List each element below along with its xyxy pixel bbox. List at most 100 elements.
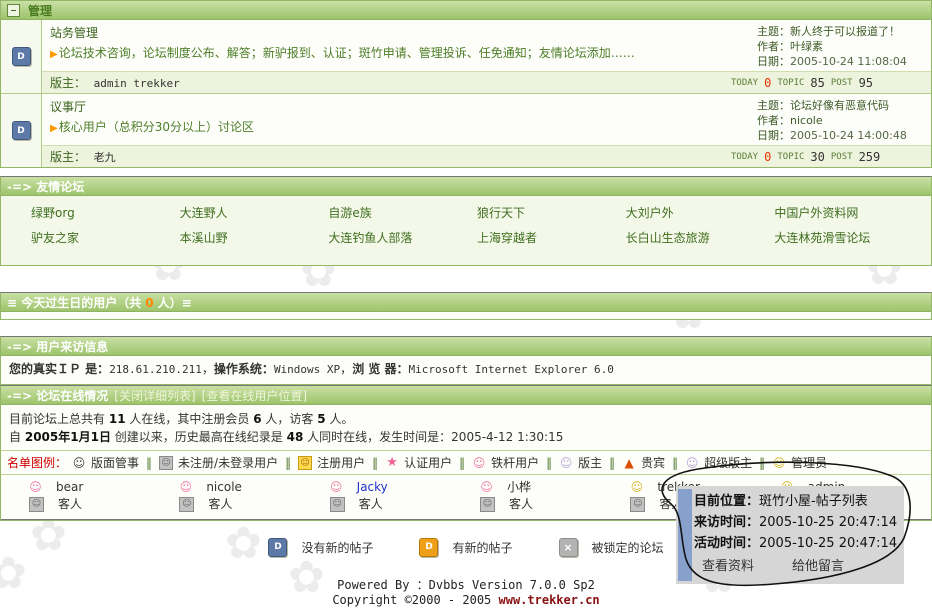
friend-link[interactable]: 大连林苑滑雪论坛 xyxy=(774,226,923,251)
super-moderator-icon: ☺ xyxy=(685,456,699,470)
locked-forum-icon: × xyxy=(559,538,578,557)
forum-name-link[interactable]: 站务管理 xyxy=(50,25,747,42)
friend-link[interactable]: 上海穿越者 xyxy=(477,226,626,251)
friend-link[interactable]: 本溪山野 xyxy=(180,226,329,251)
administrator-icon: ☺ xyxy=(772,456,786,470)
friend-links-title: -=> 友情论坛 xyxy=(7,178,84,195)
loyal-user-icon: ☺ xyxy=(472,456,486,470)
forum-stats: TODAY0 TOPIC85 POST95 xyxy=(731,76,931,90)
friend-link[interactable]: 长白山生态旅游 xyxy=(626,226,775,251)
forum-status-cell: D xyxy=(1,20,42,93)
tooltip-position-line: 目前位置：斑竹小屋-帖子列表 xyxy=(694,491,898,512)
friend-links-grid: 绿野org 大连野人 自游e族 狼行天下 大刘户外 中国户外资料网 驴友之家 本… xyxy=(1,196,931,265)
user-info-tooltip: 目前位置：斑竹小屋-帖子列表 来访时间：2005-10-25 20:47:14 … xyxy=(676,486,904,584)
manage-forum-panel: 管理 D 站务管理 ▶论坛技术咨询，论坛制度公布、解答；新驴报到、认证；斑竹申请… xyxy=(0,0,932,168)
friend-links-header-bar: -=> 友情论坛 xyxy=(1,177,931,196)
user-role: 客人 xyxy=(58,496,82,513)
user-name[interactable]: nicole xyxy=(206,479,242,496)
friend-link[interactable]: 大连钓鱼人部落 xyxy=(328,226,477,251)
birthday-empty-row xyxy=(1,312,931,319)
no-new-posts-icon: D xyxy=(268,538,287,557)
guest-status-icon: ☺ xyxy=(179,497,194,512)
view-online-location-link[interactable]: [查看在线用户位置] xyxy=(202,387,307,404)
tooltip-visit-line: 来访时间：2005-10-25 20:47:14 xyxy=(694,512,898,533)
online-user: ☺nicole ☺客人 xyxy=(179,479,329,513)
arrow-icon: ▶ xyxy=(50,49,58,60)
forum-row: D 站务管理 ▶论坛技术咨询，论坛制度公布、解答；新驴报到、认证；斑竹申请、管理… xyxy=(1,20,931,94)
user-name[interactable]: bear xyxy=(56,479,83,496)
guest-status-icon: ☺ xyxy=(480,497,495,512)
view-profile-link[interactable]: 查看资料 xyxy=(702,556,754,577)
guest-status-icon: ☺ xyxy=(330,497,345,512)
visitor-info-panel: -=> 用户来访信息 您的真实ＩＰ 是：218.61.210.211，操作系统：… xyxy=(0,336,932,385)
guest-bunny-icon: ☺ xyxy=(29,481,42,494)
user-name[interactable]: 小桦 xyxy=(507,479,531,496)
moderator-link[interactable]: admin trekker xyxy=(94,77,180,90)
online-status-header-bar: -=> 论坛在线情况 [关闭详细列表] [查看在线用户位置] xyxy=(1,386,931,405)
forum-name-link[interactable]: 议事厅 xyxy=(50,99,747,116)
forum-row: D 议事厅 ▶核心用户（总积分30分以上）讨论区 主题：论坛好像有恶意代码 作者… xyxy=(1,94,931,167)
legend-locked-forum: × 被锁定的论坛 xyxy=(559,538,664,557)
last-topic-link[interactable]: 论坛好像有恶意代码 xyxy=(790,99,889,112)
user-type-legend: 名单图例： ☺ 版面管事‖ ☺ 未注册/未登录用户‖ ☺ 注册用户‖ ★ 认证用… xyxy=(1,450,931,474)
no-new-posts-icon: D xyxy=(12,47,31,66)
certified-user-icon: ★ xyxy=(385,456,399,470)
birthday-panel: ≡ 今天过生日的用户（共0人）≡ xyxy=(0,292,932,320)
no-new-posts-icon: D xyxy=(12,121,31,140)
last-author-link[interactable]: 叶绿素 xyxy=(790,40,823,53)
birthday-title: ≡ 今天过生日的用户（共0人）≡ xyxy=(7,294,192,311)
online-user: ☺Jacky ☺客人 xyxy=(330,479,480,513)
forum-status-cell: D xyxy=(1,94,42,167)
online-summary: 目前论坛上总共有 11 人在线，其中注册会员 6 人，访客 5 人。 自 200… xyxy=(1,405,931,450)
board-manager-icon: ☺ xyxy=(72,456,86,470)
vip-icon: ▲ xyxy=(622,456,636,470)
online-user: ☺小桦 ☺客人 xyxy=(480,479,630,513)
forum-description: ▶核心用户（总积分30分以上）讨论区 xyxy=(50,119,747,137)
visitor-info-header-bar: -=> 用户来访信息 xyxy=(1,337,931,356)
online-user: ☺ bear ☺ 客人 xyxy=(29,479,179,513)
moderator-link[interactable]: 老九 xyxy=(94,151,116,164)
collapse-icon[interactable] xyxy=(7,4,20,17)
registered-user-icon: ☺ xyxy=(298,456,312,470)
guest-status-icon: ☺ xyxy=(630,497,645,512)
online-record-line: 自 2005年1月1日 创建以来，历史最高在线纪录是 48 人同时在线，发生时间… xyxy=(9,428,923,446)
forum-description: ▶论坛技术咨询，论坛制度公布、解答；新驴报到、认证；斑竹申请、管理投诉、任免通知… xyxy=(50,45,747,63)
last-topic-link[interactable]: 新人终于可以报道了！ xyxy=(790,25,900,38)
last-post-info: 主题：新人终于可以报道了！ 作者：叶绿素 日期：2005-10-24 11:08… xyxy=(755,20,931,71)
close-detail-list-link[interactable]: [关闭详细列表] xyxy=(114,387,195,404)
user-name[interactable]: Jacky xyxy=(357,479,388,496)
visitor-browser: Microsoft Internet Explorer 6.0 xyxy=(409,363,614,376)
friend-link[interactable]: 中国户外资料网 xyxy=(774,201,923,226)
online-count-line: 目前论坛上总共有 11 人在线，其中注册会员 6 人，访客 5 人。 xyxy=(9,410,923,428)
legend-no-new-posts: D 没有新的帖子 xyxy=(268,538,373,557)
guest-bunny-icon: ☺ xyxy=(330,481,343,494)
legend-label: 名单图例： xyxy=(7,454,67,471)
friend-link[interactable]: 绿野org xyxy=(31,201,180,226)
moderator-icon: ☺ xyxy=(559,456,573,470)
forum-stats: TODAY0 TOPIC30 POST259 xyxy=(731,150,931,164)
friend-link[interactable]: 大刘户外 xyxy=(626,201,775,226)
site-link[interactable]: www.trekker.cn xyxy=(499,593,600,607)
last-post-info: 主题：论坛好像有恶意代码 作者：nicole 日期：2005-10-24 14:… xyxy=(755,94,931,145)
visitor-info-title: -=> 用户来访信息 xyxy=(7,338,108,355)
friend-link[interactable]: 自游e族 xyxy=(328,201,477,226)
guest-status-icon: ☺ xyxy=(29,497,44,512)
friend-link[interactable]: 狼行天下 xyxy=(477,201,626,226)
send-message-link[interactable]: 给他留言 xyxy=(792,556,844,577)
unregistered-user-icon: ☺ xyxy=(159,456,173,470)
member-icon: ☺ xyxy=(630,481,643,494)
user-role: 客人 xyxy=(509,496,533,513)
friend-links-panel: -=> 友情论坛 绿野org 大连野人 自游e族 狼行天下 大刘户外 中国户外资… xyxy=(0,176,932,266)
visitor-info-text: 您的真实ＩＰ 是：218.61.210.211，操作系统：Windows XP，… xyxy=(1,356,931,384)
new-posts-icon: D xyxy=(419,538,438,557)
arrow-icon: ▶ xyxy=(50,123,58,134)
legend-has-new-posts: D 有新的帖子 xyxy=(419,538,512,557)
selection-highlight xyxy=(678,489,692,581)
online-status-title: -=> 论坛在线情况 xyxy=(7,387,108,404)
moderator-info: 版主： admin trekker xyxy=(42,74,731,91)
friend-link[interactable]: 驴友之家 xyxy=(31,226,180,251)
last-author-link[interactable]: nicole xyxy=(790,114,823,127)
friend-link[interactable]: 大连野人 xyxy=(180,201,329,226)
copyright-text: Copyright ©2000 - 2005 www.trekker.cn xyxy=(0,593,932,608)
moderator-info: 版主： 老九 xyxy=(42,148,731,165)
